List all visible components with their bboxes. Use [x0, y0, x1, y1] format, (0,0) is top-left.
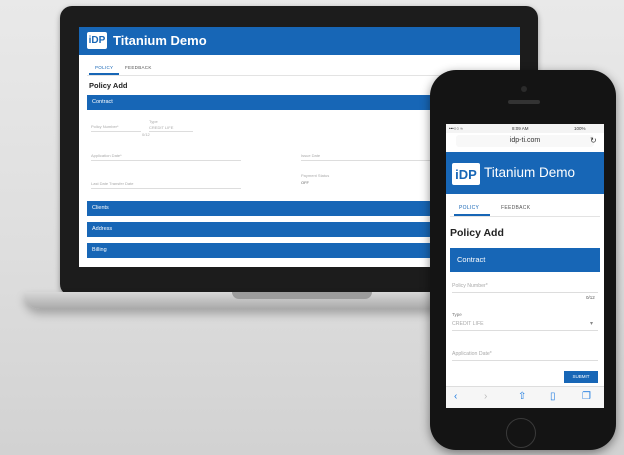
policy-counter-mobile: 0/12	[586, 295, 595, 300]
browser-toolbar: ‹ › ⇧ ▯ ❐	[446, 386, 604, 408]
home-button[interactable]	[506, 418, 536, 448]
address-bar[interactable]: idp-ti.com	[456, 135, 594, 147]
tabs-icon[interactable]: ❐	[582, 391, 591, 402]
application-date-label-mobile: Application Date*	[452, 351, 492, 357]
application-date-input-mobile[interactable]	[452, 360, 598, 361]
type-label-mobile: Type	[452, 312, 462, 317]
policy-number-label: Policy Number*	[91, 124, 119, 129]
back-icon[interactable]: ‹	[454, 391, 457, 402]
app-title-mobile: Titanium Demo	[484, 165, 576, 180]
phone-camera	[521, 86, 527, 92]
laptop-notch	[232, 292, 372, 299]
signal-indicator: •••○○ ≈	[449, 126, 463, 131]
policy-counter: 0/12	[142, 132, 150, 137]
payment-status-toggle[interactable]: OFF	[301, 180, 309, 185]
type-select[interactable]: CREDIT LIFE	[149, 125, 173, 130]
tab-feedback[interactable]: FEEDBACK	[125, 65, 152, 70]
policy-number-label-mobile: Policy Number*	[452, 283, 488, 289]
policy-number-input-mobile[interactable]	[452, 292, 598, 293]
app-logo-mobile: iDP	[452, 163, 480, 185]
app-logo: iDP	[87, 32, 107, 49]
forward-icon[interactable]: ›	[484, 391, 487, 402]
reload-icon[interactable]: ↻	[590, 136, 597, 145]
last-date-transfer-label: Last Date Transfer Date	[91, 181, 134, 186]
app-header-mobile: iDP Titanium Demo	[446, 152, 604, 194]
phone-screen: •••○○ ≈ 8:09 AM 100% idp-ti.com ↻ iDP Ti…	[446, 124, 604, 408]
status-time: 8:09 AM	[512, 126, 529, 131]
chevron-down-icon[interactable]: ▾	[590, 320, 593, 327]
submit-button[interactable]: SUBMIT	[564, 371, 598, 383]
type-underline-mobile	[452, 330, 598, 331]
tab-policy[interactable]: POLICY	[95, 65, 113, 70]
issue-date-label: Issue Date	[301, 153, 321, 158]
app-title: Titanium Demo	[113, 33, 207, 48]
section-contract-mobile[interactable]: Contract	[450, 248, 600, 272]
url-text: idp-ti.com	[509, 137, 541, 144]
policy-number-input[interactable]	[91, 131, 141, 132]
share-icon[interactable]: ⇧	[518, 391, 526, 402]
application-date-label: Application Date*	[91, 153, 122, 158]
bookmarks-icon[interactable]: ▯	[550, 391, 556, 402]
tab-policy-mobile[interactable]: POLICY	[459, 205, 479, 211]
application-date-input[interactable]	[91, 160, 241, 161]
type-underline	[149, 131, 193, 132]
type-select-mobile[interactable]: CREDIT LIFE	[452, 321, 484, 327]
battery-indicator: 100%	[574, 126, 586, 131]
last-date-transfer-input[interactable]	[91, 188, 241, 189]
type-label: Type	[149, 119, 158, 124]
tabs-divider-mobile	[450, 216, 600, 217]
page-title: Policy Add	[89, 81, 128, 90]
phone-speaker	[508, 100, 540, 104]
status-bar: •••○○ ≈ 8:09 AM 100%	[446, 124, 604, 133]
page-title-mobile: Policy Add	[450, 227, 504, 239]
app-header: iDP Titanium Demo	[79, 27, 520, 55]
payment-status-label: Payment Status	[301, 173, 330, 178]
tab-feedback-mobile[interactable]: FEEDBACK	[501, 205, 530, 211]
